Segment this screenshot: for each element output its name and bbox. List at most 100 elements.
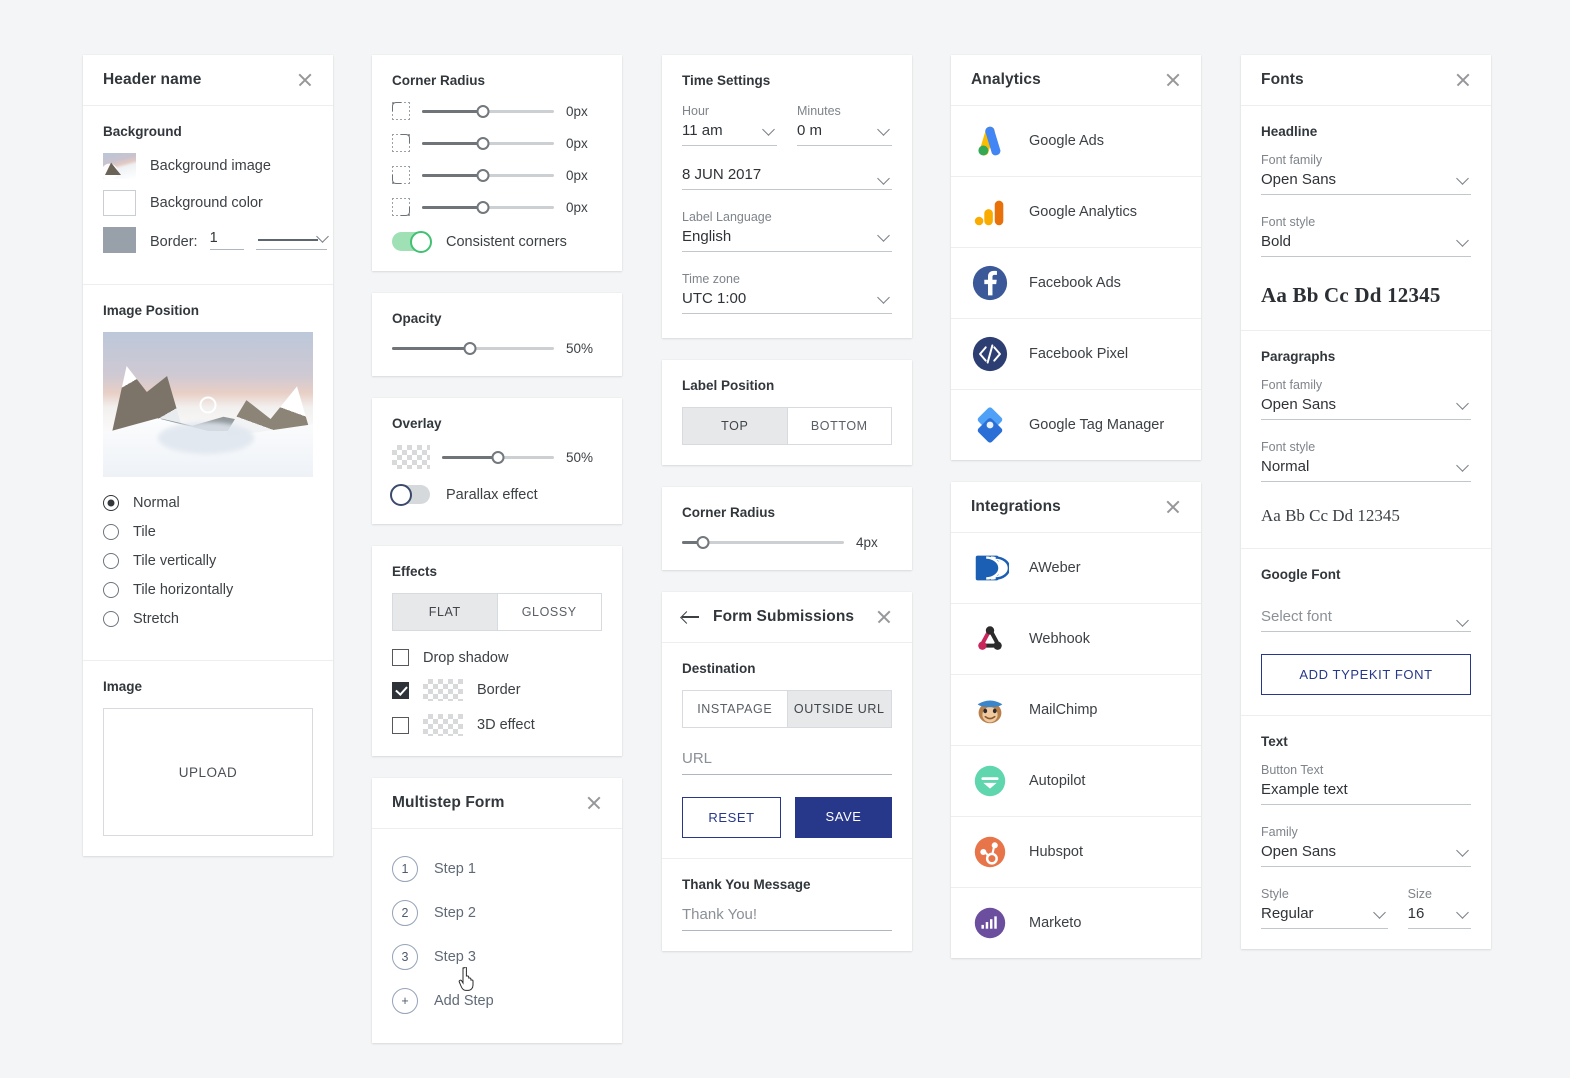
text-style-select[interactable]: Style Regular — [1261, 887, 1388, 929]
panel-title: Form Submissions — [713, 608, 854, 626]
list-item-google-ads[interactable]: Google Ads — [951, 106, 1201, 177]
close-icon[interactable] — [1165, 72, 1181, 88]
consistent-corners-toggle[interactable] — [392, 232, 430, 251]
radio-tile-vertically[interactable]: Tile vertically — [103, 553, 313, 569]
checkbox-3d-effect[interactable]: 3D effect — [392, 714, 602, 736]
text-family-select[interactable]: Family Open Sans — [1261, 825, 1471, 867]
corner-radius-slider-tr[interactable] — [422, 135, 554, 151]
close-icon[interactable] — [1165, 499, 1181, 515]
border-color-swatch[interactable] — [103, 227, 136, 253]
field-value: Regular — [1261, 905, 1388, 922]
paragraph-font-family-select[interactable]: Font family Open Sans — [1261, 378, 1471, 420]
thank-you-input[interactable]: Thank You! — [682, 906, 892, 931]
3d-effect-color-chip[interactable] — [423, 714, 463, 736]
background-color-row[interactable]: Background color — [103, 190, 313, 216]
list-item-webhook[interactable]: Webhook — [951, 604, 1201, 675]
radio-tile-horizontally[interactable]: Tile horizontally — [103, 582, 313, 598]
corner-radius-slider-bl[interactable] — [422, 167, 554, 183]
add-typekit-font-button[interactable]: ADD TYPEKIT FONT — [1261, 654, 1471, 695]
mailchimp-icon — [971, 691, 1009, 729]
list-item-autopilot[interactable]: Autopilot — [951, 746, 1201, 817]
step-label: Step 3 — [434, 949, 476, 965]
section-title: Thank You Message — [682, 877, 892, 892]
corner-radius-row-tr: 0px — [392, 134, 602, 152]
panel-header: Multistep Form — [372, 778, 622, 829]
border-style-sample — [258, 239, 318, 241]
headline-font-style-select[interactable]: Font style Bold — [1261, 215, 1471, 257]
back-arrow-icon[interactable] — [682, 610, 699, 624]
section-title: Text — [1261, 734, 1471, 749]
background-image-swatch[interactable] — [103, 153, 136, 179]
label-language-select[interactable]: Label Language English — [682, 210, 892, 252]
add-step-button[interactable]: + Add Step — [392, 979, 602, 1023]
corner-radius-slider-br[interactable] — [422, 199, 554, 215]
border-color-chip[interactable] — [423, 679, 463, 701]
list-item-google-tag-manager[interactable]: Google Tag Manager — [951, 390, 1201, 460]
border-style-select[interactable] — [256, 235, 327, 250]
close-icon[interactable] — [1455, 72, 1471, 88]
step-number: 2 — [392, 900, 418, 926]
save-button[interactable]: SAVE — [795, 797, 892, 838]
overlay-color-swatch[interactable] — [392, 445, 430, 469]
corner-radius-row-tl: 0px — [392, 102, 602, 120]
radio-stretch[interactable]: Stretch — [103, 611, 313, 627]
list-item-google-analytics[interactable]: Google Analytics — [951, 177, 1201, 248]
paragraph-font-preview: Aa Bb Cc Dd 12345 — [1261, 502, 1471, 528]
button-text-input[interactable]: Button Text Example text — [1261, 763, 1471, 805]
segment-bottom[interactable]: BOTTOM — [787, 408, 892, 444]
background-image-row[interactable]: Background image — [103, 153, 313, 179]
step-item-3[interactable]: 3 Step 3 — [392, 935, 602, 979]
section-title: Destination — [682, 661, 892, 676]
step-label: Step 2 — [434, 905, 476, 921]
panel-header: Header name — [83, 55, 333, 106]
radio-normal[interactable]: Normal — [103, 495, 313, 511]
hour-select[interactable]: Hour 11 am — [682, 104, 777, 146]
checkbox-drop-shadow[interactable]: Drop shadow — [392, 649, 602, 666]
hubspot-icon — [971, 833, 1009, 871]
list-item-mailchimp[interactable]: MailChimp — [951, 675, 1201, 746]
step-item-1[interactable]: 1 Step 1 — [392, 847, 602, 891]
list-item-facebook-pixel[interactable]: Facebook Pixel — [951, 319, 1201, 390]
background-section: Background Background image Background c… — [83, 106, 333, 284]
list-item-facebook-ads[interactable]: Facebook Ads — [951, 248, 1201, 319]
step-item-2[interactable]: 2 Step 2 — [392, 891, 602, 935]
list-item-marketo[interactable]: Marketo — [951, 888, 1201, 958]
segment-instapage[interactable]: INSTAPAGE — [683, 691, 787, 727]
segment-glossy[interactable]: GLOSSY — [497, 594, 602, 630]
image-position-preview[interactable] — [103, 332, 313, 477]
url-input[interactable]: URL — [682, 750, 892, 775]
time-zone-select[interactable]: Time zone UTC 1:00 — [682, 272, 892, 314]
checkbox-border[interactable]: Border — [392, 679, 602, 701]
segment-outside-url[interactable]: OUTSIDE URL — [787, 691, 892, 727]
background-color-swatch[interactable] — [103, 190, 136, 216]
close-icon[interactable] — [586, 795, 602, 811]
fonts-panel: Fonts Headline Font family Open Sans Fon… — [1241, 55, 1491, 949]
corner-radius-slider-tl[interactable] — [422, 103, 554, 119]
text-size-select[interactable]: Size 16 — [1408, 887, 1471, 929]
google-font-select[interactable]: Select font — [1261, 608, 1471, 632]
minutes-select[interactable]: Minutes 0 m — [797, 104, 892, 146]
corner-radius-slider[interactable] — [682, 534, 844, 550]
overlay-slider[interactable] — [442, 449, 554, 465]
segment-flat[interactable]: FLAT — [393, 594, 497, 630]
headline-font-family-select[interactable]: Font family Open Sans — [1261, 153, 1471, 195]
close-icon[interactable] — [876, 609, 892, 625]
opacity-slider[interactable] — [392, 340, 554, 356]
list-item-hubspot[interactable]: Hubspot — [951, 817, 1201, 888]
label-position-section: Label Position TOP BOTTOM — [662, 360, 912, 465]
field-label: Font family — [1261, 378, 1471, 392]
checkbox-icon — [392, 682, 409, 699]
list-item-aweber[interactable]: AWeber — [951, 533, 1201, 604]
corner-radius-value-tl: 0px — [566, 104, 602, 119]
reset-button[interactable]: RESET — [682, 797, 781, 838]
close-icon[interactable] — [297, 72, 313, 88]
border-width-input[interactable]: 1 — [210, 230, 244, 250]
date-select[interactable]: 8 JUN 2017 — [682, 166, 892, 190]
paragraph-font-style-select[interactable]: Font style Normal — [1261, 440, 1471, 482]
upload-dropzone[interactable]: UPLOAD — [103, 708, 313, 836]
field-value: Example text — [1261, 781, 1471, 798]
focal-point-handle[interactable] — [200, 396, 217, 413]
radio-tile[interactable]: Tile — [103, 524, 313, 540]
parallax-toggle[interactable] — [392, 485, 430, 504]
segment-top[interactable]: TOP — [683, 408, 787, 444]
